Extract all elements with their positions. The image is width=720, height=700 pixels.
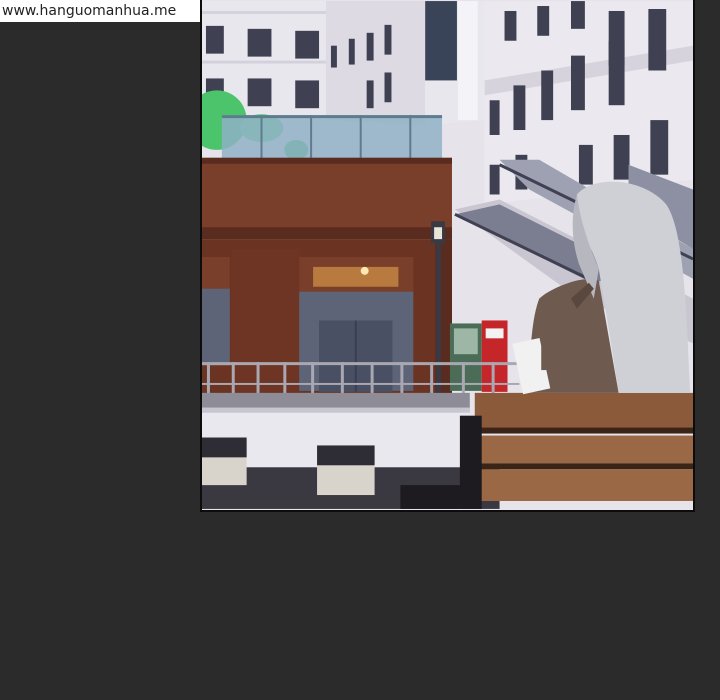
watermark-text: www.hanguomanhua.me [0, 0, 200, 22]
middle-building [325, 1, 490, 126]
comic-panel [200, 0, 695, 512]
wooden-pavilion [202, 157, 452, 398]
panel-illustration [202, 1, 693, 509]
vending-machines [449, 320, 508, 392]
